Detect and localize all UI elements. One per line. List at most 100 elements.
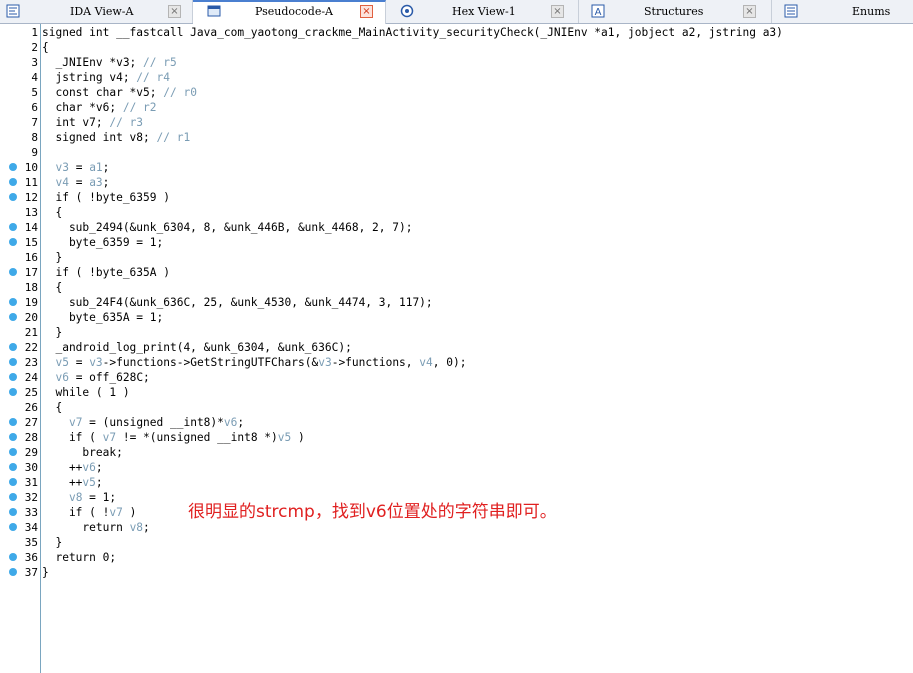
code-line[interactable]: 19 sub_24F4(&unk_636C, 25, &unk_4530, &u… [0,295,913,310]
code-line[interactable]: 12 if ( !byte_6359 ) [0,190,913,205]
code-text[interactable]: v4 = a3; [42,176,109,189]
code-token: byte_6359 = 1; [42,236,164,249]
code-text[interactable]: { [42,41,49,54]
variable-token: v6 [82,461,96,474]
code-text[interactable]: const char *v5; // r0 [42,86,197,99]
code-text[interactable]: { [42,281,62,294]
code-line[interactable]: 9 [0,145,913,160]
code-line[interactable]: 28 if ( v7 != *(unsigned __int8 *)v5 ) [0,430,913,445]
code-text[interactable]: break; [42,446,122,459]
code-text[interactable]: byte_635A = 1; [42,311,163,324]
code-line[interactable]: 31 ++v5; [0,475,913,490]
code-text[interactable]: _JNIEnv *v3; // r5 [42,56,176,69]
code-line[interactable]: 2{ [0,40,913,55]
tab-hex-view-1[interactable]: Hex View-1 × [386,0,579,23]
code-line[interactable]: 34 return v8; [0,520,913,535]
code-line[interactable]: 5 const char *v5; // r0 [0,85,913,100]
code-token: { [42,206,63,219]
code-line[interactable]: 7 int v7; // r3 [0,115,913,130]
code-token: ++ [42,476,83,489]
code-text[interactable]: byte_6359 = 1; [42,236,163,249]
code-text[interactable]: char *v6; // r2 [42,101,156,114]
line-number: 15 [24,236,38,249]
variable-token: v3 [55,161,69,174]
code-line[interactable]: 6 char *v6; // r2 [0,100,913,115]
tab-pseudocode-a[interactable]: Pseudocode-A × [193,0,386,24]
code-line[interactable]: 13 { [0,205,913,220]
code-line[interactable]: 22 _android_log_print(4, &unk_6304, &unk… [0,340,913,355]
line-number: 20 [24,311,38,324]
code-text[interactable]: return v8; [42,521,149,534]
code-text[interactable]: if ( !byte_635A ) [42,266,170,279]
code-line[interactable]: 3 _JNIEnv *v3; // r5 [0,55,913,70]
code-line[interactable]: 26 { [0,400,913,415]
code-text[interactable]: } [42,536,62,549]
code-line[interactable]: 30 ++v6; [0,460,913,475]
code-line[interactable]: 25 while ( 1 ) [0,385,913,400]
close-icon[interactable]: × [551,5,564,18]
variable-token: a1 [89,161,103,174]
code-text[interactable]: if ( v7 != *(unsigned __int8 *)v5 ) [42,431,305,444]
code-line[interactable]: 18 { [0,280,913,295]
code-line[interactable]: 24 v6 = off_628C; [0,370,913,385]
code-text[interactable]: v5 = v3->functions->GetStringUTFChars(&v… [42,356,466,369]
close-icon[interactable]: × [743,5,756,18]
code-line[interactable]: 23 v5 = v3->functions->GetStringUTFChars… [0,355,913,370]
code-line[interactable]: 10 v3 = a1; [0,160,913,175]
code-text[interactable]: } [42,326,62,339]
tab-enums[interactable]: Enums [772,0,913,23]
code-text[interactable]: sub_24F4(&unk_636C, 25, &unk_4530, &unk_… [42,296,433,309]
code-line[interactable]: 35 } [0,535,913,550]
code-text[interactable]: while ( 1 ) [42,386,129,399]
code-text[interactable]: _android_log_print(4, &unk_6304, &unk_63… [42,341,351,354]
code-text[interactable]: if ( !v7 ) [42,506,136,519]
code-line[interactable]: 11 v4 = a3; [0,175,913,190]
code-line[interactable]: 1 signed int __fastcall Java_com_yaotong_… [0,25,913,40]
code-line[interactable]: 29 break; [0,445,913,460]
tab-label: Hex View-1 [452,5,516,18]
close-icon[interactable]: × [360,5,373,18]
code-token: = [68,176,90,189]
code-text[interactable]: signed int v8; // r1 [42,131,190,144]
enums-icon [784,4,798,18]
code-line[interactable]: 15 byte_6359 = 1; [0,235,913,250]
code-text[interactable]: int v7; // r3 [42,116,143,129]
code-line[interactable]: 14 sub_2494(&unk_6304, 8, &unk_446B, &un… [0,220,913,235]
code-line[interactable]: 17 if ( !byte_635A ) [0,265,913,280]
code-text[interactable]: jstring v4; // r4 [42,71,170,84]
code-text[interactable]: v7 = (unsigned __int8)*v6; [42,416,244,429]
svg-text:A: A [595,7,602,18]
comment-token: // r0 [163,86,197,99]
code-text[interactable]: v6 = off_628C; [42,371,149,384]
code-text[interactable]: signed int __fastcall Java_com_yaotong_c… [42,26,783,39]
code-line[interactable]: 4 jstring v4; // r4 [0,70,913,85]
code-text[interactable]: { [42,206,62,219]
code-text[interactable]: v3 = a1; [42,161,109,174]
code-text[interactable]: } [42,566,49,579]
code-text[interactable]: return 0; [42,551,116,564]
line-number: 6 [31,101,38,114]
code-line[interactable]: 21 } [0,325,913,340]
code-text[interactable]: ++v5; [42,476,103,489]
code-line[interactable]: 8 signed int v8; // r1 [0,130,913,145]
code-line[interactable]: 36 return 0; [0,550,913,565]
code-line[interactable]: 16 } [0,250,913,265]
code-line[interactable]: 20 byte_635A = 1; [0,310,913,325]
code-text[interactable]: if ( !byte_6359 ) [42,191,170,204]
code-text[interactable]: } [42,251,62,264]
tab-structures[interactable]: A Structures × [579,0,772,23]
line-number: 9 [31,146,38,159]
code-line[interactable]: 37} [0,565,913,580]
code-token: != *(unsigned __int8 *) [116,431,278,444]
tab-ida-view-a[interactable]: IDA View-A × [0,0,193,23]
close-icon[interactable]: × [168,5,181,18]
code-text[interactable]: { [42,401,62,414]
code-text[interactable]: v8 = 1; [42,491,116,504]
code-text[interactable]: ++v6; [42,461,103,474]
line-number: 14 [24,221,38,234]
code-text[interactable]: sub_2494(&unk_6304, 8, &unk_446B, &unk_4… [42,221,413,234]
code-token: { [42,281,63,294]
code-line[interactable]: 27 v7 = (unsigned __int8)*v6; [0,415,913,430]
